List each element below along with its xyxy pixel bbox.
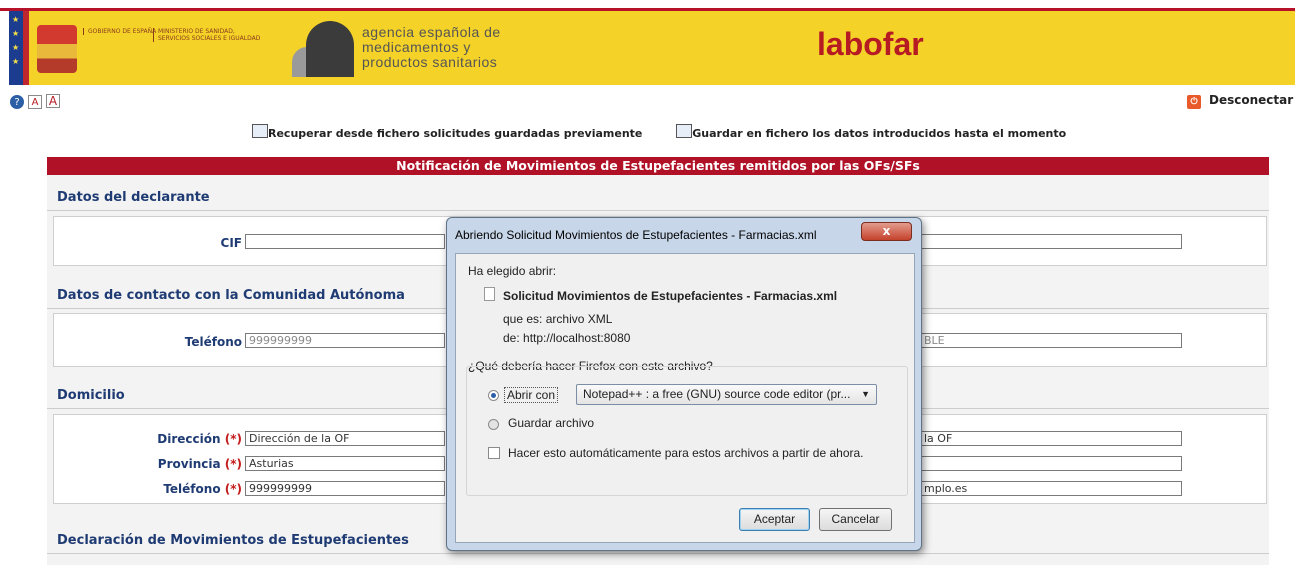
save-file-label[interactable]: Guardar archivo [508,416,594,430]
section-declarante: Datos del declarante [57,190,210,205]
font-small-button[interactable]: A [28,95,42,109]
file-actions: Recuperar desde fichero solicitudes guar… [252,124,1096,140]
flag-stripe [23,11,29,85]
header-banner: ★ ★ ★ ★ GOBIERNO DE ESPAÑA MINISTERIO DE SA… [9,11,1295,85]
open-with-radio[interactable] [488,390,499,401]
section-declaracion: Declaración de Movimientos de Estupefaci… [57,533,409,548]
type-label: que es: [503,312,543,326]
auto-checkbox[interactable] [488,447,500,459]
provincia-input[interactable]: Asturias [245,456,445,471]
aemps-line2: medicamentos y [362,39,471,55]
required-mark: (*) [224,432,242,446]
dropdown-arrow-icon: ▼ [861,389,870,399]
from-row: de: http://localhost:8080 [503,331,630,345]
gobierno-label: GOBIERNO DE ESPAÑA [83,28,156,35]
required-mark: (*) [224,482,242,496]
app-value: Notepad++ : a free (GNU) source code edi… [583,387,851,401]
divider [47,553,1269,554]
recover-link[interactable]: Recuperar desde fichero solicitudes guar… [252,124,643,140]
from-value: http://localhost:8080 [523,331,631,345]
email-right-input[interactable]: mplo.es [920,481,1182,496]
toolbar: ? A A [10,94,64,110]
open-file-dialog: Abriendo Solicitud Movimientos de Estupe… [446,217,922,551]
form-title: Notificación de Movimientos de Estupefac… [47,157,1269,175]
close-icon[interactable]: x [861,222,912,241]
section-contacto: Datos de contacto con la Comunidad Autón… [57,288,405,303]
cancel-button[interactable]: Cancelar [819,508,892,531]
telefono2-input[interactable]: 999999999 [245,481,445,496]
ministerio-label: MINISTERIO DE SANIDAD, SERVICIOS SOCIALE… [153,28,268,42]
type-value: archivo XML [545,312,613,326]
save-file-radio[interactable] [488,419,499,430]
labofar-logo: labofar [817,26,924,62]
required-mark: (*) [224,457,242,471]
font-large-button[interactable]: A [46,94,60,108]
aemps-logo-icon [292,21,354,77]
telefono2-label: Teléfono (*) [110,482,242,496]
logout-label: Desconectar [1209,93,1294,107]
telefono-label: Teléfono [184,335,242,349]
provincia-label: Provincia (*) [110,457,242,471]
help-icon[interactable]: ? [10,95,24,109]
declarante-right-input[interactable] [920,234,1182,249]
direccion-right-input[interactable]: la OF [920,431,1182,446]
dialog-body: Ha elegido abrir: Solicitud Movimientos … [455,253,915,543]
telefono2-text: Teléfono [163,482,221,496]
dialog-title: Abriendo Solicitud Movimientos de Estupe… [455,228,817,242]
provincia-right-input[interactable] [920,456,1182,471]
direccion-input[interactable]: Dirección de la OF [245,431,445,446]
accept-button[interactable]: Aceptar [739,508,810,531]
logout-button[interactable]: ⏻ Desconectar [1187,93,1293,109]
cif-input[interactable] [245,234,445,249]
aemps-name: agencia española de medicamentos y produ… [362,25,501,70]
power-icon: ⏻ [1187,95,1201,109]
filename: Solicitud Movimientos de Estupefacientes… [503,289,838,303]
top-border [0,0,1295,11]
aemps-line1: agencia española de [362,24,501,40]
auto-label[interactable]: Hacer esto automáticamente para estos ar… [508,446,864,460]
eu-flag-icon: ★ ★ ★ ★ [9,11,23,85]
divider [47,210,1269,211]
cif-label: CIF [220,236,242,250]
chose-label: Ha elegido abrir: [468,264,557,278]
provincia-text: Provincia [157,457,221,471]
recover-label: Recuperar desde fichero solicitudes guar… [268,127,643,140]
section-domicilio: Domicilio [57,388,125,403]
from-label: de: [503,331,520,345]
contacto-right-input[interactable]: BLE [920,333,1182,348]
type-row: que es: archivo XML [503,312,612,326]
app-select[interactable]: Notepad++ : a free (GNU) source code edi… [576,384,877,405]
coat-of-arms-icon [37,25,77,73]
file-icon [484,287,495,301]
save-link[interactable]: Guardar en fichero los datos introducido… [676,124,1067,140]
open-file-icon [252,124,268,138]
open-with-label[interactable]: Abrir con [504,387,559,403]
direccion-label: Dirección (*) [110,432,242,446]
telefono-input[interactable]: 999999999 [245,333,445,348]
save-file-icon [676,124,693,138]
direccion-text: Dirección [157,432,221,446]
aemps-line3: productos sanitarios [362,54,498,70]
save-label: Guardar en fichero los datos introducido… [692,127,1067,140]
